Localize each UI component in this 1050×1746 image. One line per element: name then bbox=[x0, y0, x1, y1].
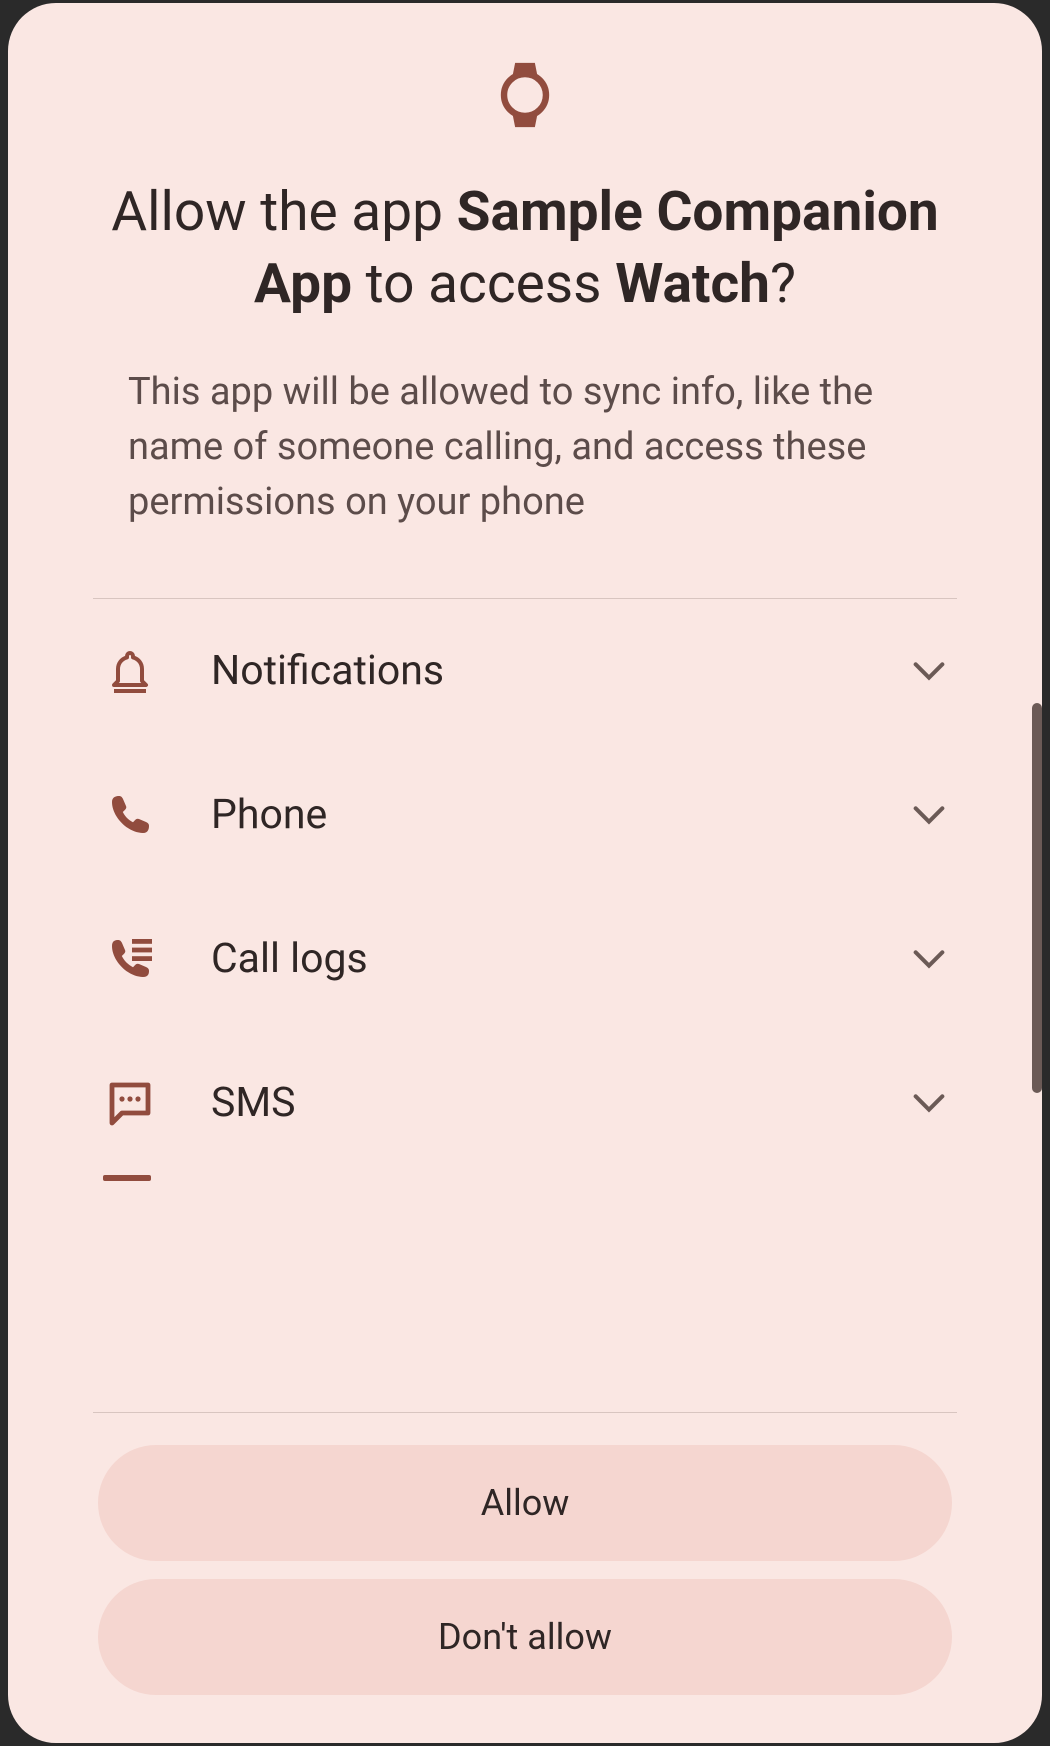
permission-item-call-logs[interactable]: Call logs bbox=[103, 887, 947, 1031]
scrollbar[interactable] bbox=[1032, 703, 1042, 1093]
permission-item-notifications[interactable]: Notifications bbox=[103, 599, 947, 743]
watch-icon bbox=[8, 58, 1042, 132]
call-logs-icon bbox=[103, 932, 157, 986]
permission-label: Notifications bbox=[211, 647, 911, 695]
permission-item-phone[interactable]: Phone bbox=[103, 743, 947, 887]
permission-item-partial[interactable] bbox=[103, 1175, 947, 1195]
permission-label: Phone bbox=[211, 791, 911, 839]
title-suffix: ? bbox=[770, 252, 796, 316]
permission-label: SMS bbox=[211, 1079, 911, 1127]
title-target: Watch bbox=[615, 252, 770, 316]
dialog-title: Allow the app Sample Companion App to ac… bbox=[8, 177, 1042, 320]
chevron-down-icon bbox=[911, 797, 947, 833]
chevron-down-icon bbox=[911, 653, 947, 689]
permission-list: Notifications Phone bbox=[8, 599, 1042, 1412]
partial-item-icon bbox=[103, 1175, 151, 1181]
allow-button[interactable]: Allow bbox=[98, 1445, 952, 1561]
phone-icon bbox=[103, 788, 157, 842]
dialog-description: This app will be allowed to sync info, l… bbox=[8, 365, 1042, 530]
chevron-down-icon bbox=[911, 941, 947, 977]
permission-label: Call logs bbox=[211, 935, 911, 983]
notifications-icon bbox=[103, 644, 157, 698]
deny-button[interactable]: Don't allow bbox=[98, 1579, 952, 1695]
sms-icon bbox=[103, 1076, 157, 1130]
dialog-buttons: Allow Don't allow bbox=[8, 1413, 1042, 1743]
permission-item-sms[interactable]: SMS bbox=[103, 1031, 947, 1175]
title-prefix: Allow the app bbox=[111, 180, 456, 244]
title-middle: to access bbox=[352, 252, 615, 316]
permission-dialog: Allow the app Sample Companion App to ac… bbox=[8, 3, 1042, 1743]
chevron-down-icon bbox=[911, 1085, 947, 1121]
